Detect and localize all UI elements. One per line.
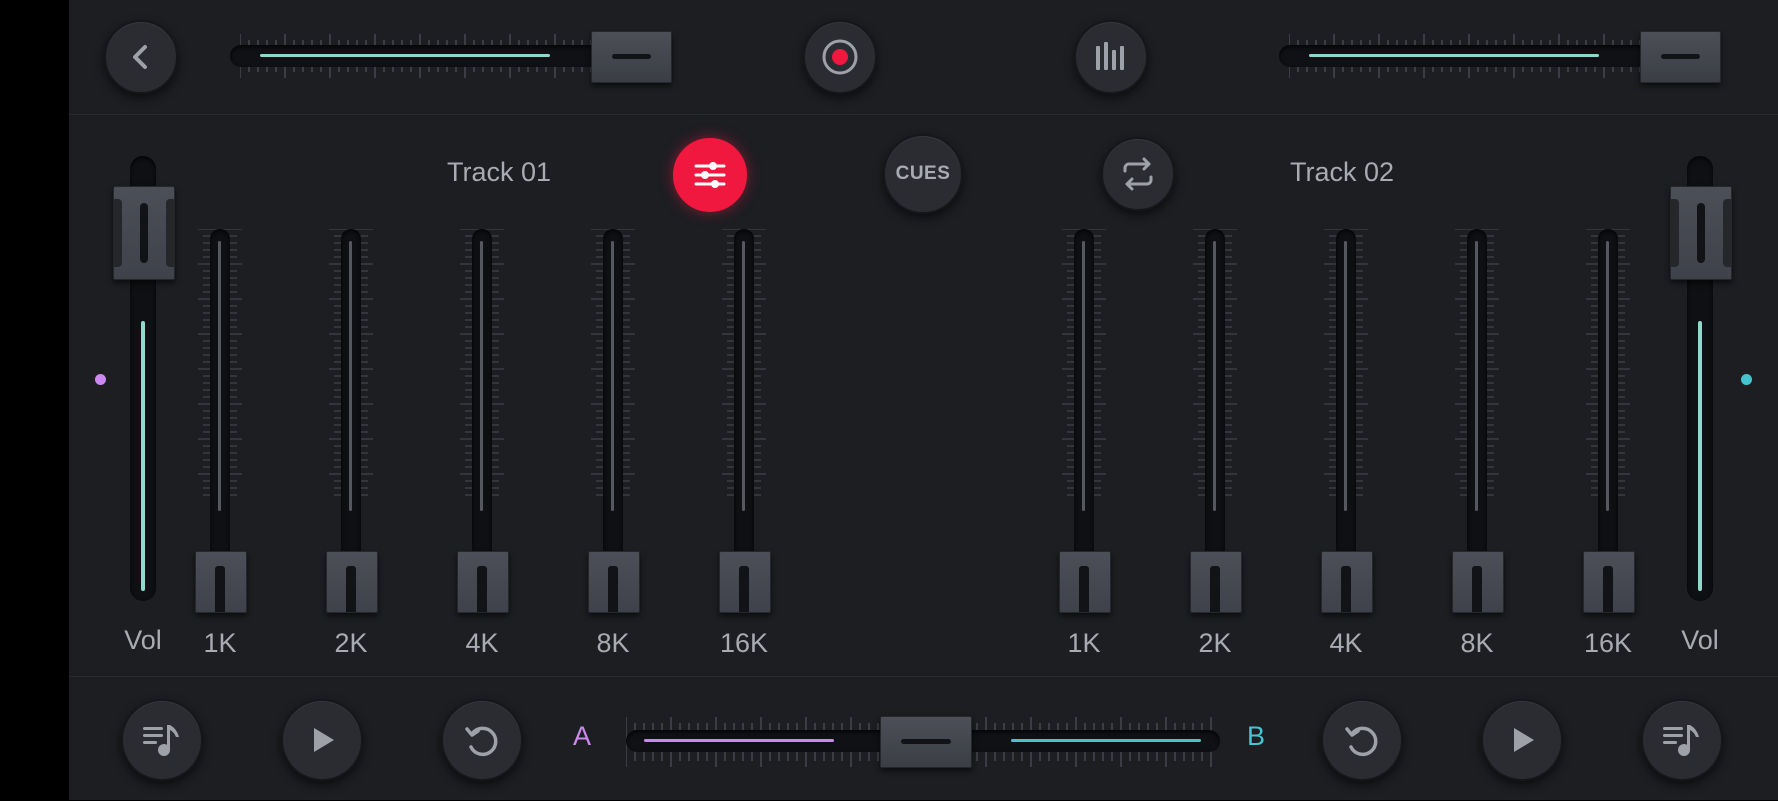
loop-button[interactable]: [1101, 137, 1175, 211]
deck-b-eq-band-4k[interactable]: 4K: [1321, 225, 1373, 665]
playlist-icon: [1661, 719, 1703, 761]
eq-band-label: 1K: [203, 628, 237, 658]
eq-band-label: 16K: [1583, 628, 1633, 658]
play-icon: [1505, 723, 1539, 757]
deck-b-pitch-thumb[interactable]: [1640, 31, 1721, 83]
eq-band-label: 2K: [1198, 628, 1232, 658]
deck-b-volume-label: Vol: [1681, 625, 1719, 655]
deck-a-volume-fill: [141, 321, 145, 591]
deck-a-eq-band-1k[interactable]: 1K: [195, 225, 247, 665]
eq-track-line: [1606, 241, 1609, 511]
eq-band-label: 1K: [1067, 628, 1101, 658]
deck-a-volume-label: Vol: [124, 625, 162, 655]
deck-a-eq-band-4k[interactable]: 4K: [457, 225, 509, 665]
eq-band-label: 2K: [334, 628, 368, 658]
deck-b-pitch-slider[interactable]: [1279, 30, 1778, 83]
eq-track-line: [1344, 241, 1347, 511]
eq-band-label: 8K: [596, 628, 630, 658]
eq-thumb[interactable]: [1583, 551, 1635, 613]
deck-a-reset-button[interactable]: [441, 699, 523, 781]
crossfader-fill-b: [1011, 739, 1201, 742]
eq-band-label: 4K: [1329, 628, 1363, 658]
eq-track-line: [742, 241, 745, 511]
playlist-icon: [141, 719, 183, 761]
dj-mixer-app: Vol Track 01 1K 2K 4K 8K 16K CUES Track …: [69, 0, 1778, 800]
undo-icon: [463, 721, 501, 759]
eq-track-line: [480, 241, 483, 511]
deck-a-playlist-button[interactable]: [121, 699, 203, 781]
back-button[interactable]: [104, 20, 178, 94]
deck-a-pitch-thumb[interactable]: [591, 31, 672, 83]
eq-thumb[interactable]: [1321, 551, 1373, 613]
eq-thumb[interactable]: [1059, 551, 1111, 613]
deck-b-volume-fader[interactable]: [1670, 156, 1750, 606]
crossfader-label-b: B: [1246, 721, 1265, 751]
deck-a-eq-panel: 1K 2K 4K 8K 16K: [195, 225, 815, 665]
eq-track-line: [1475, 241, 1478, 511]
deck-b-indicator-dot: [1741, 374, 1752, 385]
deck-b-eq-band-8k[interactable]: 8K: [1452, 225, 1504, 665]
bottom-bar: A B: [69, 676, 1778, 801]
deck-a-volume-thumb[interactable]: [113, 186, 175, 280]
deck-b-volume-thumb[interactable]: [1670, 186, 1732, 280]
crossfader-fill-a: [644, 739, 834, 742]
deck-a-pitch-slider[interactable]: [230, 30, 742, 83]
deck-b-pitch-fill: [1309, 54, 1599, 57]
eq-thumb[interactable]: [719, 551, 771, 613]
eq-track-line: [1082, 241, 1085, 511]
deck-a-play-button[interactable]: [281, 699, 363, 781]
eq-thumb[interactable]: [1190, 551, 1242, 613]
visualizer-button[interactable]: [1074, 20, 1148, 94]
repeat-icon: [1119, 155, 1157, 193]
eq-thumb[interactable]: [457, 551, 509, 613]
top-bar: [69, 0, 1778, 115]
deck-b-eq-band-2k[interactable]: 2K: [1190, 225, 1242, 665]
deck-a-title: Track 01: [447, 157, 552, 187]
cues-label: CUES: [895, 163, 951, 184]
deck-a-eq-band-2k[interactable]: 2K: [326, 225, 378, 665]
eq-track-line: [611, 241, 614, 511]
deck-b-title: Track 02: [1290, 157, 1395, 187]
deck-b-eq-band-16k[interactable]: 16K: [1583, 225, 1635, 665]
deck-a-pitch-fill: [260, 54, 550, 57]
sliders-icon: [693, 158, 727, 192]
deck-a-eq-band-8k[interactable]: 8K: [588, 225, 640, 665]
deck-b-reset-button[interactable]: [1321, 699, 1403, 781]
record-button[interactable]: [803, 20, 877, 94]
eq-thumb[interactable]: [588, 551, 640, 613]
deck-a-indicator-dot: [95, 374, 106, 385]
crossfader-thumb[interactable]: [880, 716, 972, 768]
crossfader[interactable]: A B: [570, 709, 1310, 775]
eq-track-line: [1213, 241, 1216, 511]
eq-band-label: 16K: [719, 628, 769, 658]
eq-thumb[interactable]: [326, 551, 378, 613]
eq-band-label: 8K: [1460, 628, 1494, 658]
play-icon: [305, 723, 339, 757]
cues-button[interactable]: CUES: [883, 134, 963, 214]
eq-track-line: [349, 241, 352, 511]
deck-b-playlist-button[interactable]: [1641, 699, 1723, 781]
undo-icon: [1343, 721, 1381, 759]
deck-a-eq-button[interactable]: [673, 138, 747, 212]
deck-b-play-button[interactable]: [1481, 699, 1563, 781]
eq-track-line: [218, 241, 221, 511]
equalizer-bars-icon: [1092, 38, 1130, 76]
deck-b-eq-panel: 1K 2K 4K 8K 16K: [1059, 225, 1679, 665]
eq-thumb[interactable]: [1452, 551, 1504, 613]
chevron-left-icon: [126, 42, 156, 72]
eq-band-label: 4K: [465, 628, 499, 658]
eq-thumb[interactable]: [195, 551, 247, 613]
deck-a-volume-fader[interactable]: [113, 156, 193, 606]
deck-b-eq-band-1k[interactable]: 1K: [1059, 225, 1111, 665]
deck-b-volume-fill: [1698, 321, 1702, 591]
record-icon: [821, 38, 859, 76]
crossfader-label-a: A: [572, 721, 591, 751]
deck-a-eq-band-16k[interactable]: 16K: [719, 225, 771, 665]
